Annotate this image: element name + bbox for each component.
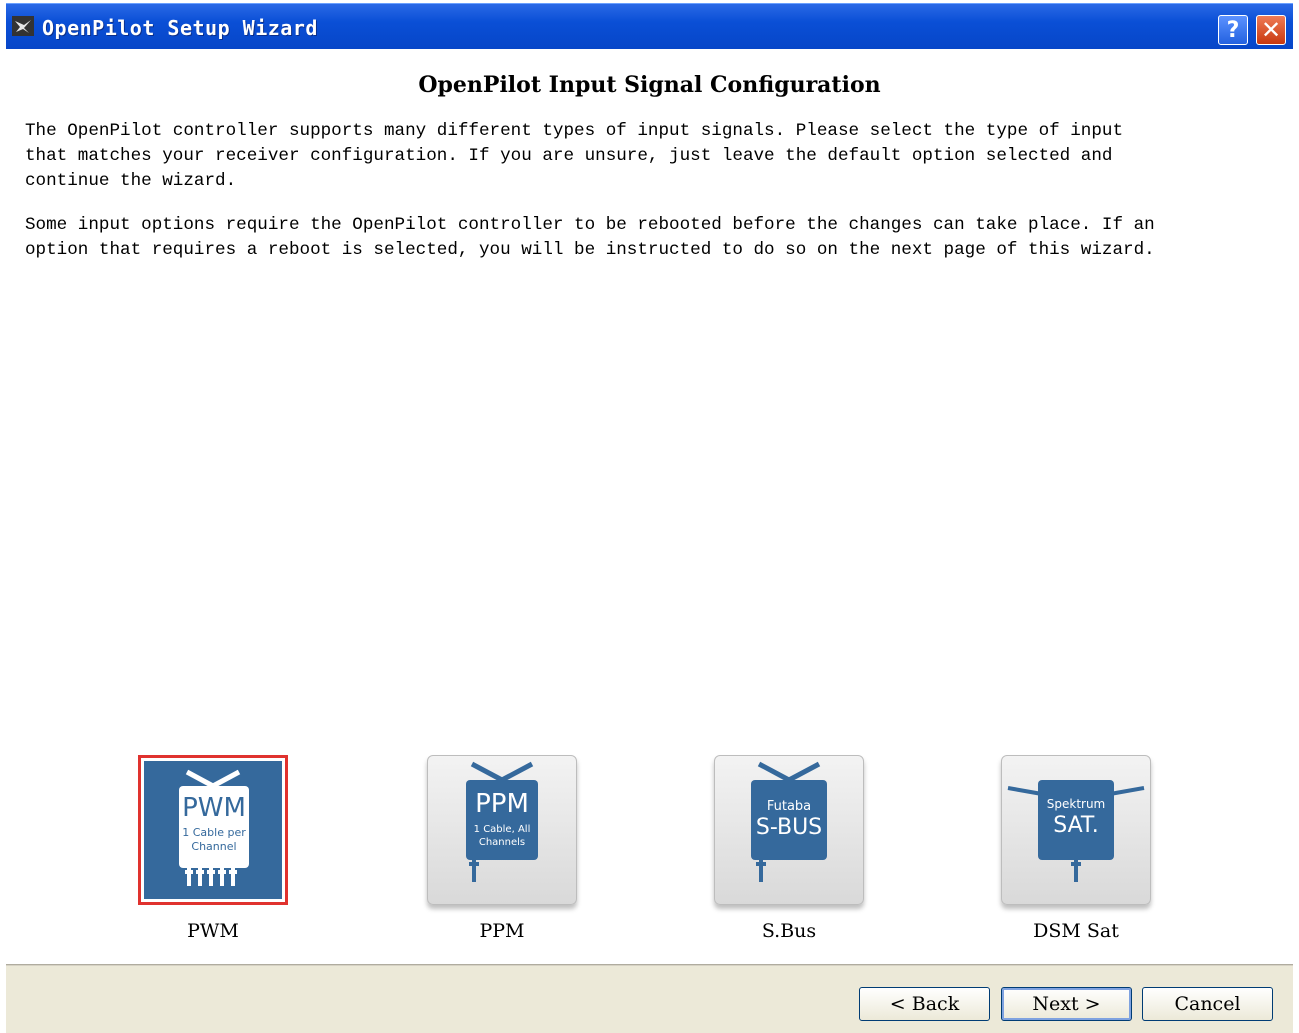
next-button[interactable]: Next > [1001, 987, 1132, 1021]
ppm-icon-sub2: Channels [479, 837, 525, 848]
dsm-icon-sub: Spektrum [1047, 797, 1106, 811]
cancel-button[interactable]: Cancel [1142, 987, 1273, 1021]
option-label-ppm: PPM [479, 920, 525, 942]
option-pwm[interactable]: PWM 1 Cable per Channel PWM [138, 755, 288, 945]
ppm-tile[interactable]: PPM 1 Cable, All Channels [427, 755, 577, 905]
option-label-dsm-sat: DSM Sat [1033, 920, 1119, 942]
pwm-tile[interactable]: PWM 1 Cable per Channel [138, 755, 288, 905]
sbus-icon: Futaba S-BUS [751, 761, 827, 882]
ppm-icon: PPM 1 Cable, All Channels [466, 761, 538, 882]
reboot-note-paragraph: Some input options require the OpenPilot… [25, 215, 1155, 260]
back-button[interactable]: < Back [859, 987, 990, 1021]
sbus-tile[interactable]: Futaba S-BUS [714, 755, 864, 905]
ppm-icon-sub: 1 Cable, All [474, 824, 531, 835]
dsm-icon-title: SAT. [1053, 813, 1099, 838]
button-bar: < Back Next > Cancel [6, 966, 1293, 1033]
option-dsm-sat[interactable]: Spektrum SAT. DSM Sat [1001, 755, 1151, 945]
option-label-pwm: PWM [187, 920, 239, 942]
setup-wizard-window: OpenPilot Setup Wizard ? ✕ OpenPilot Inp… [6, 0, 1293, 1033]
sbus-icon-sub: Futaba [767, 799, 811, 814]
option-sbus[interactable]: Futaba S-BUS S.Bus [714, 755, 864, 945]
pwm-icon: PWM 1 Cable per Channel [144, 761, 282, 899]
app-icon [12, 16, 34, 36]
window-title: OpenPilot Setup Wizard [42, 16, 318, 40]
intro-paragraph: The OpenPilot controller supports many d… [25, 121, 1124, 191]
pwm-icon-title: PWM [182, 793, 246, 823]
page-title: OpenPilot Input Signal Configuration [418, 72, 881, 98]
pwm-icon-sub2: Channel [191, 840, 236, 853]
ppm-icon-title: PPM [475, 789, 529, 819]
pwm-icon-sub: 1 Cable per [182, 826, 246, 839]
option-label-sbus: S.Bus [761, 920, 817, 942]
sbus-icon-title: S-BUS [756, 815, 822, 840]
option-ppm[interactable]: PPM 1 Cable, All Channels PPM [427, 755, 577, 945]
help-button[interactable]: ? [1218, 15, 1248, 45]
dsm-tile[interactable]: Spektrum SAT. [1001, 755, 1151, 905]
dsm-icon: Spektrum SAT. [1007, 780, 1145, 882]
close-button[interactable]: ✕ [1256, 15, 1286, 45]
title-bar[interactable]: OpenPilot Setup Wizard ? ✕ [6, 3, 1293, 49]
